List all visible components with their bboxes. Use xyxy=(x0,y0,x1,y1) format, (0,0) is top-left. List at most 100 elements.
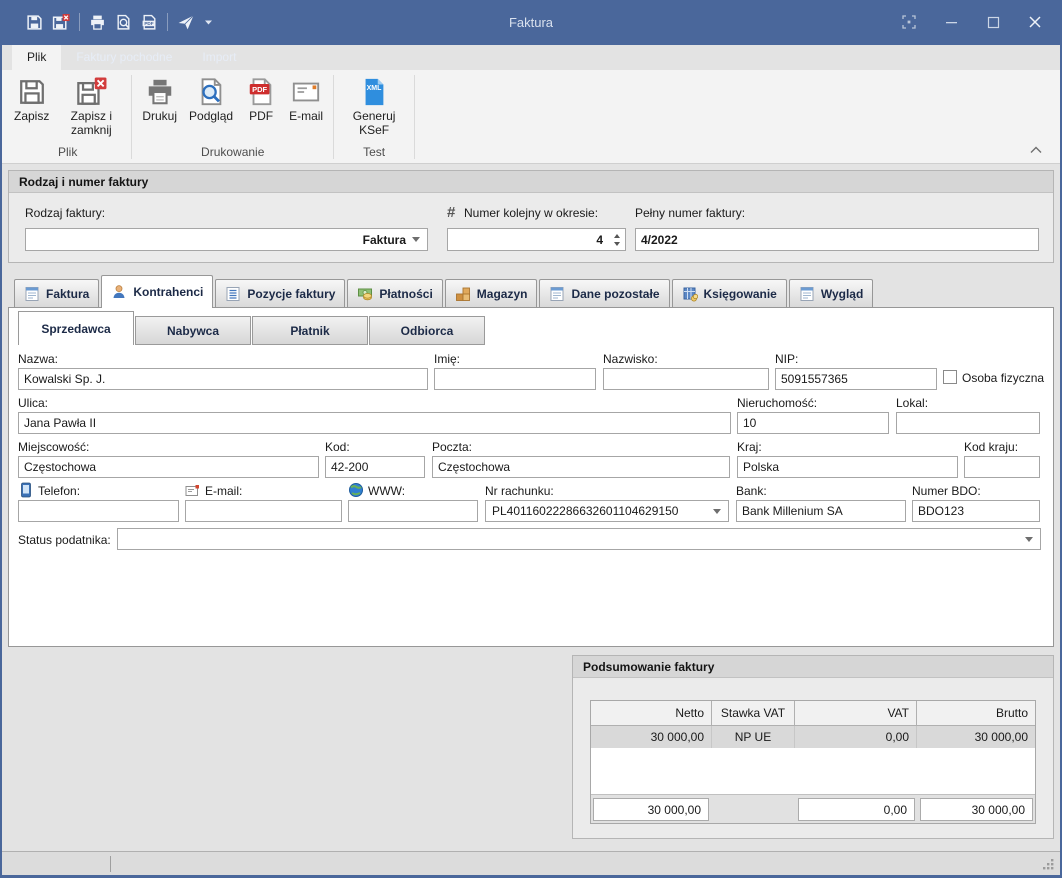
tab-label: Pozycje faktury xyxy=(247,287,335,301)
groupbox-title: Rodzaj i numer faktury xyxy=(9,171,1053,193)
ribbon-group-label: Drukowanie xyxy=(136,143,329,163)
imie-input[interactable] xyxy=(434,368,596,390)
kod-kraju-input[interactable] xyxy=(964,456,1040,478)
ribbon-group-separator xyxy=(414,75,415,159)
tab-kontrahenci[interactable]: Kontrahenci xyxy=(101,275,213,308)
invoice-doc-icon xyxy=(24,286,40,302)
tab-label: Księgowanie xyxy=(704,287,777,301)
resize-grip[interactable] xyxy=(1042,858,1055,871)
numer-kolejny-label: Numer kolejny w okresie: xyxy=(464,206,598,220)
minimize-icon xyxy=(944,15,959,30)
tab-label: Kontrahenci xyxy=(133,285,203,299)
nieruchomosc-input[interactable] xyxy=(737,412,889,434)
minimize-button[interactable] xyxy=(938,9,964,35)
status-podatnika-combo[interactable] xyxy=(117,528,1041,550)
ledger-icon xyxy=(682,286,698,302)
miejscowosc-input[interactable] xyxy=(18,456,319,478)
spin-up-icon[interactable] xyxy=(614,234,620,238)
nazwa-label: Nazwa: xyxy=(18,352,58,366)
ribbon-tab-plik[interactable]: Plik xyxy=(12,45,61,70)
nip-input[interactable] xyxy=(775,368,937,390)
www-input[interactable] xyxy=(348,500,478,522)
button-label: Zapisz xyxy=(14,110,49,124)
rodzaj-faktury-combo[interactable]: Faktura xyxy=(25,228,428,251)
nip-label: NIP: xyxy=(775,352,798,366)
telefon-input[interactable] xyxy=(18,500,179,522)
chevron-up-icon xyxy=(1030,146,1042,154)
button-label: E-mail xyxy=(289,110,323,124)
ribbon-tab-faktury-pochodne[interactable]: Faktury pochodne xyxy=(61,45,187,70)
button-label: PDF xyxy=(249,110,273,124)
tab-ksiegowanie[interactable]: Księgowanie xyxy=(672,279,787,307)
tab-platnosci[interactable]: Płatności xyxy=(347,279,442,307)
poczta-label: Poczta: xyxy=(432,440,472,454)
lokal-input[interactable] xyxy=(896,412,1040,434)
numer-kolejny-spinner[interactable]: 4 xyxy=(447,228,626,251)
nr-rachunku-label: Nr rachunku: xyxy=(485,484,554,498)
email-input[interactable] xyxy=(185,500,342,522)
zapisz-i-zamknij-button[interactable]: Zapisz i zamknij xyxy=(55,71,127,138)
subtab-nabywca[interactable]: Nabywca xyxy=(135,316,251,345)
pelny-numer-input[interactable] xyxy=(635,228,1039,251)
svg-text:PDF: PDF xyxy=(252,85,267,94)
ulica-input[interactable] xyxy=(18,412,731,434)
cell-brutto: 30 000,00 xyxy=(917,726,1035,748)
email-button[interactable]: E-mail xyxy=(283,71,329,124)
kraj-input[interactable] xyxy=(737,456,958,478)
nieruchomosc-label: Nieruchomość: xyxy=(737,396,817,410)
close-button[interactable] xyxy=(1022,9,1048,35)
ribbon-collapse-button[interactable] xyxy=(1028,144,1044,156)
phone-icon xyxy=(18,482,34,498)
tab-faktura[interactable]: Faktura xyxy=(14,279,99,307)
tab-label: Płatności xyxy=(379,287,432,301)
osoba-fizyczna-checkbox[interactable] xyxy=(943,370,957,384)
button-label: Zapisz i zamknij xyxy=(61,110,121,138)
ribbon-tab-import[interactable]: Import xyxy=(187,45,251,70)
podglad-button[interactable]: Podgląd xyxy=(183,71,239,124)
nazwa-input[interactable] xyxy=(18,368,428,390)
tab-wyglad[interactable]: Wygląd xyxy=(789,279,873,307)
focus-icon xyxy=(901,14,917,30)
main-tab-strip: Faktura Kontrahenci Pozycje faktury Płat… xyxy=(14,274,875,307)
spin-down-icon[interactable] xyxy=(614,242,620,246)
subtab-sprzedawca[interactable]: Sprzedawca xyxy=(18,311,134,345)
maximize-icon xyxy=(986,15,1001,30)
rodzaj-faktury-label: Rodzaj faktury: xyxy=(25,206,105,220)
tab-pozycje-faktury[interactable]: Pozycje faktury xyxy=(215,279,345,307)
subtab-platnik[interactable]: Płatnik xyxy=(252,316,368,345)
doc-icon xyxy=(549,286,565,302)
pdf-button-large[interactable]: PDF PDF xyxy=(239,71,283,124)
subtab-odbiorca[interactable]: Odbiorca xyxy=(369,316,485,345)
focus-mode-button[interactable] xyxy=(896,9,922,35)
chevron-down-icon xyxy=(412,237,420,242)
nazwisko-input[interactable] xyxy=(603,368,769,390)
list-icon xyxy=(225,286,241,302)
generuj-ksef-button[interactable]: XML Generuj KSeF xyxy=(338,71,410,138)
tab-dane-pozostale[interactable]: Dane pozostałe xyxy=(539,279,669,307)
summary-groupbox: Podsumowanie faktury Netto Stawka VAT VA… xyxy=(572,655,1054,839)
kod-input[interactable] xyxy=(325,456,425,478)
tab-magazyn[interactable]: Magazyn xyxy=(445,279,538,307)
ribbon-group-separator xyxy=(131,75,132,159)
svg-text:XML: XML xyxy=(367,85,383,92)
bank-label: Bank: xyxy=(736,484,767,498)
kraj-label: Kraj: xyxy=(737,440,762,454)
poczta-input[interactable] xyxy=(432,456,730,478)
bank-input[interactable] xyxy=(736,500,906,522)
boxes-icon xyxy=(455,286,471,302)
xml-file-icon: XML xyxy=(359,77,389,107)
chevron-down-icon xyxy=(1025,537,1033,542)
drukuj-button[interactable]: Drukuj xyxy=(136,71,183,124)
numer-bdo-input[interactable] xyxy=(912,500,1040,522)
nr-rachunku-combo[interactable]: PL40116022286632601104629150 xyxy=(485,500,729,522)
ulica-label: Ulica: xyxy=(18,396,48,410)
tab-label: Faktura xyxy=(46,287,89,301)
ribbon-group-label: Plik xyxy=(8,143,127,163)
zapisz-button[interactable]: Zapisz xyxy=(8,71,55,124)
tab-label: Dane pozostałe xyxy=(571,287,659,301)
sub-tab-strip: Sprzedawca Nabywca Płatnik Odbiorca xyxy=(18,311,486,345)
invoice-type-groupbox: Rodzaj i numer faktury Rodzaj faktury: F… xyxy=(8,170,1054,263)
app-window: PDF Faktura Pli xyxy=(0,0,1062,878)
status-bar-divider xyxy=(110,856,111,872)
maximize-button[interactable] xyxy=(980,9,1006,35)
